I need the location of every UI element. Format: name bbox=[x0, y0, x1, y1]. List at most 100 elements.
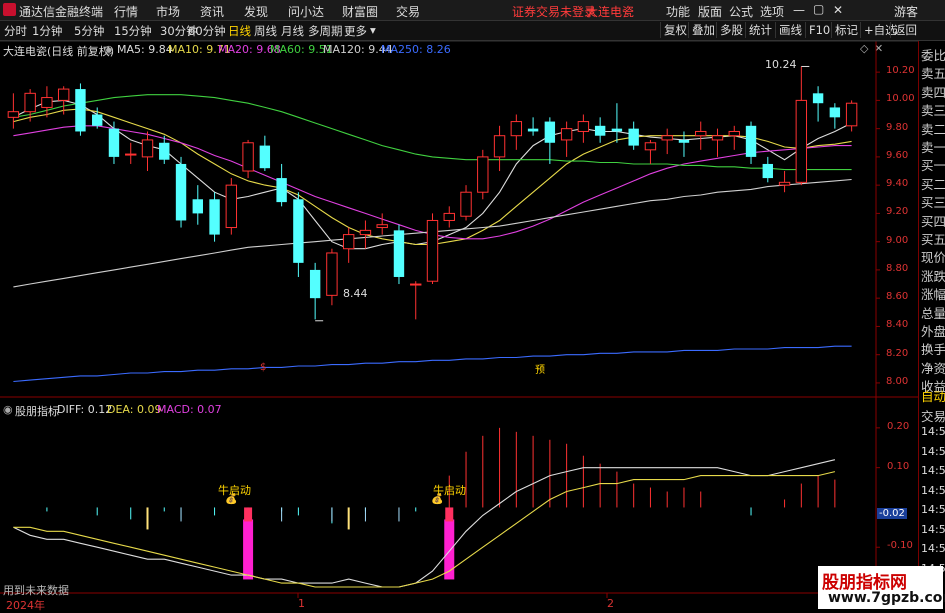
candle-body bbox=[175, 163, 187, 221]
low-price-label: 8.44 bbox=[343, 287, 368, 300]
price-tick-label: 8.60 bbox=[886, 291, 909, 303]
tick-time-label: 14:56 bbox=[921, 522, 945, 536]
quote-field-label[interactable]: 涨跌 bbox=[921, 266, 945, 285]
quote-field-label[interactable]: 买一 bbox=[921, 155, 945, 174]
event-marker-1[interactable]: $ bbox=[260, 362, 266, 373]
candle-body bbox=[678, 139, 690, 143]
candle-body bbox=[477, 156, 489, 193]
candle-body bbox=[309, 269, 321, 299]
quote-field-label[interactable]: 卖三 bbox=[921, 100, 945, 119]
sub-tick-label: 0.20 bbox=[887, 420, 910, 432]
kline-chart[interactable] bbox=[0, 0, 918, 609]
price-tick-label: 8.40 bbox=[886, 319, 909, 331]
candle-body bbox=[192, 199, 203, 214]
candle-body bbox=[611, 128, 623, 132]
candle-body bbox=[661, 135, 673, 141]
tick-time-label: 14:56 bbox=[921, 425, 945, 438]
candle-body bbox=[695, 130, 707, 137]
year-label: 2024年 bbox=[6, 599, 45, 612]
candle-body bbox=[359, 229, 372, 236]
money-bag-icon-2: 💰 bbox=[431, 494, 444, 505]
candle-body bbox=[426, 219, 439, 282]
candle-body bbox=[342, 234, 355, 250]
candle-body bbox=[745, 125, 757, 157]
month-label-1: 1 bbox=[298, 597, 305, 610]
candle-body bbox=[728, 130, 740, 137]
tick-time-label: 14:56 bbox=[921, 542, 945, 555]
quote-field-label[interactable]: 换手 bbox=[921, 339, 945, 358]
candle-body bbox=[644, 142, 657, 151]
price-tick-label: 8.80 bbox=[886, 262, 909, 274]
price-tick-label: 9.60 bbox=[886, 149, 909, 161]
candle-body bbox=[376, 224, 388, 229]
sub-tick-label: -0.02 bbox=[877, 508, 907, 520]
month-label-2: 2 bbox=[607, 597, 614, 610]
event-marker-2[interactable]: 预 bbox=[535, 361, 545, 376]
money-bag-icon: 💰 bbox=[225, 494, 238, 505]
tick-time-label: 14:56 bbox=[921, 483, 945, 497]
price-tick-label: 9.80 bbox=[886, 121, 909, 133]
signal-cap-0 bbox=[244, 507, 253, 522]
high-price-label: 10.24 bbox=[765, 58, 797, 71]
quote-field-label[interactable]: 净资 bbox=[921, 358, 945, 377]
candle-body bbox=[276, 178, 287, 203]
future-data-note: 用到未来数据 bbox=[3, 584, 69, 597]
tick-time-label: 14:56 bbox=[921, 444, 945, 458]
diff-line bbox=[13, 459, 836, 588]
quote-field-label[interactable]: 卖五 bbox=[921, 63, 945, 82]
ma60-line bbox=[13, 94, 852, 171]
candle-body bbox=[795, 99, 808, 183]
price-tick-label: 9.00 bbox=[886, 234, 909, 246]
candle-body bbox=[711, 135, 724, 141]
candle-body bbox=[92, 114, 103, 126]
candle-body bbox=[159, 142, 170, 160]
candle-body bbox=[460, 191, 472, 217]
price-tick-label: 8.20 bbox=[886, 347, 909, 359]
candle-body bbox=[493, 135, 506, 158]
candle-body bbox=[628, 128, 639, 146]
signal-bar-1 bbox=[444, 519, 455, 580]
quote-field-label[interactable]: 卖一 bbox=[921, 137, 945, 156]
panel-tab-label[interactable]: 自动 bbox=[921, 386, 945, 405]
candle-body bbox=[577, 121, 590, 132]
price-tick-label: 10.20 bbox=[886, 65, 915, 77]
quote-field-label[interactable]: 现价 bbox=[921, 247, 945, 266]
candle-body bbox=[443, 212, 455, 221]
quote-field-label[interactable]: 涨幅 bbox=[921, 284, 945, 303]
candle-body bbox=[141, 139, 154, 158]
sub-tick-label: 0.10 bbox=[887, 460, 910, 472]
candle-body bbox=[762, 163, 773, 179]
price-tick-label: 9.40 bbox=[886, 178, 909, 190]
candle-body bbox=[75, 89, 86, 132]
candle-body bbox=[393, 230, 405, 277]
price-tick-label: 10.00 bbox=[886, 93, 915, 105]
quote-field-label[interactable]: 买二 bbox=[921, 174, 945, 193]
candle-body bbox=[410, 283, 422, 286]
candle-body bbox=[259, 145, 271, 169]
candle-body bbox=[326, 252, 338, 296]
quote-field-label[interactable]: 委比 bbox=[921, 45, 945, 64]
watermark-logo: 股朋指标网 www.7gpzb.com bbox=[818, 566, 945, 609]
quote-field-label[interactable]: 卖二 bbox=[921, 119, 945, 138]
candle-body bbox=[510, 121, 523, 137]
candle-body bbox=[41, 97, 53, 108]
candle-body bbox=[845, 102, 858, 127]
candle-body bbox=[108, 128, 120, 157]
quote-field-label[interactable]: 外盘 bbox=[921, 321, 945, 340]
price-tick-label: 8.00 bbox=[886, 375, 909, 387]
candle-body bbox=[544, 121, 556, 143]
candle-body bbox=[527, 128, 539, 132]
quote-field-label[interactable]: 买三 bbox=[921, 192, 945, 211]
candle-body bbox=[242, 142, 254, 172]
panel-tab-label[interactable]: 交易 bbox=[921, 406, 945, 425]
quote-field-label[interactable]: 买五 bbox=[921, 229, 945, 248]
candle-body bbox=[594, 125, 606, 136]
candle-body bbox=[57, 88, 70, 101]
quote-field-label[interactable]: 卖四 bbox=[921, 82, 945, 101]
candle-body bbox=[829, 107, 841, 118]
candle-body bbox=[209, 199, 220, 235]
tick-time-label: 14:56 bbox=[921, 464, 945, 477]
quote-field-label[interactable]: 总量 bbox=[921, 303, 945, 322]
candle-body bbox=[125, 153, 137, 156]
quote-field-label[interactable]: 买四 bbox=[921, 211, 945, 230]
